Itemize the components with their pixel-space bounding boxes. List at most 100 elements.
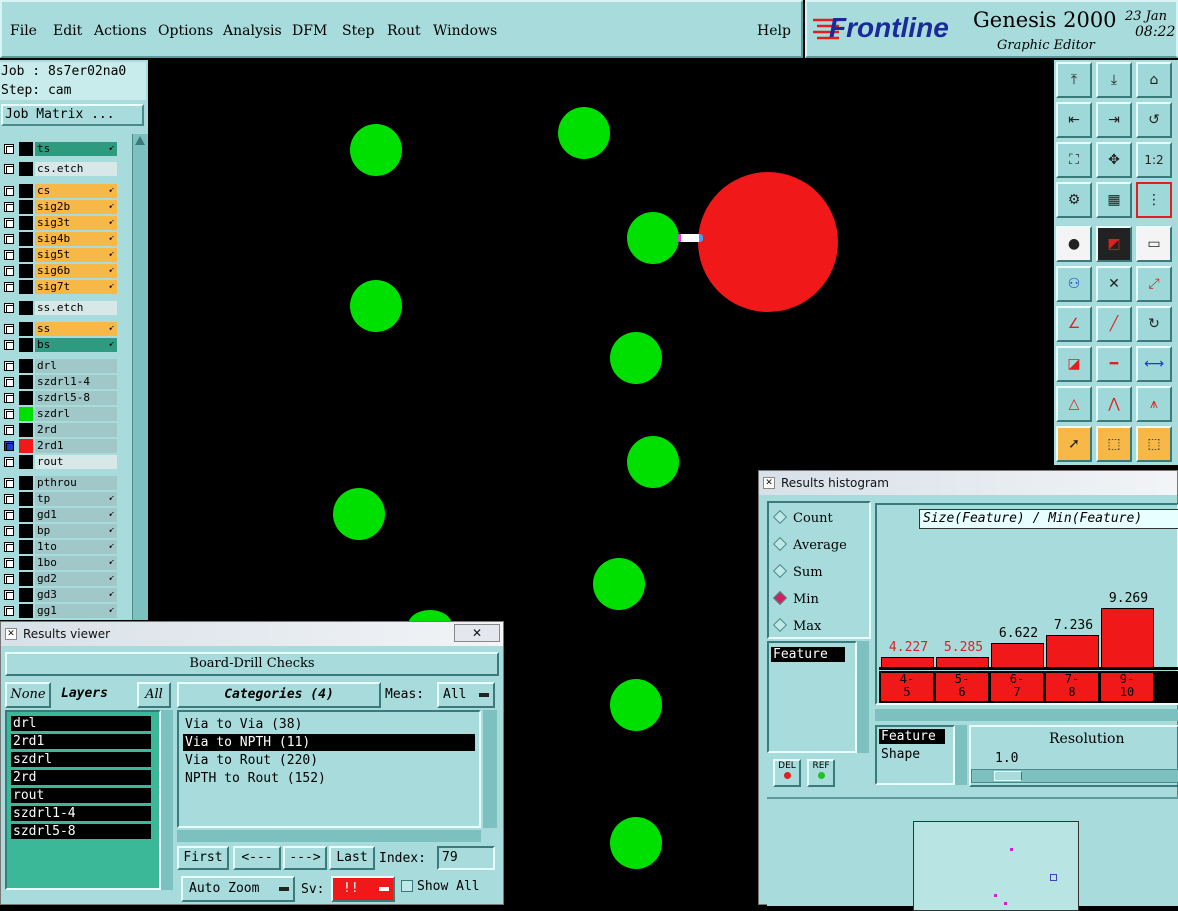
- zoom-center-icon[interactable]: ✥: [1096, 142, 1132, 178]
- layer-name[interactable]: 1to ➹: [35, 540, 117, 554]
- layer-row[interactable]: sig4b ➹: [1, 232, 117, 246]
- mode-count[interactable]: Count: [772, 509, 833, 526]
- layer-name[interactable]: pthrou: [35, 476, 117, 490]
- category-item[interactable]: Via to Via (38): [183, 716, 302, 733]
- cross-icon[interactable]: ✕: [1096, 266, 1132, 302]
- categories-scrollbar[interactable]: [483, 710, 497, 828]
- layer-checkbox[interactable]: [4, 409, 14, 419]
- layer-row[interactable]: rout: [1, 455, 117, 469]
- list-item[interactable]: rout: [11, 788, 151, 803]
- job-matrix-button[interactable]: Job Matrix ...: [1, 104, 144, 126]
- scroll-up-icon[interactable]: [135, 136, 145, 145]
- first-button[interactable]: First: [177, 846, 229, 870]
- layers-none-button[interactable]: None: [5, 682, 51, 708]
- category-item-selected[interactable]: Via to NPTH (11): [183, 734, 475, 751]
- layer-color-swatch[interactable]: [19, 508, 33, 522]
- layer-name[interactable]: ss ➹: [35, 322, 117, 336]
- list-item[interactable]: drl: [11, 716, 151, 731]
- layer-checkbox[interactable]: [4, 510, 14, 520]
- drill-pad[interactable]: [627, 212, 679, 264]
- category-item[interactable]: Via to Rout (220): [183, 752, 318, 769]
- netlist-icon[interactable]: ⋮: [1136, 182, 1172, 218]
- layer-list-scrollbar[interactable]: [132, 134, 148, 620]
- layer-checkbox[interactable]: [4, 282, 14, 292]
- layer-row[interactable]: bp ➹: [1, 524, 117, 538]
- histogram-bar[interactable]: [991, 643, 1044, 667]
- layer-color-swatch[interactable]: [19, 455, 33, 469]
- last-button[interactable]: Last: [329, 846, 375, 870]
- layer-checkbox[interactable]: [4, 164, 14, 174]
- layer-checkbox[interactable]: [4, 393, 14, 403]
- layer-color-swatch[interactable]: [19, 407, 33, 421]
- layer-color-swatch[interactable]: [19, 604, 33, 618]
- menu-help[interactable]: Help: [757, 23, 791, 39]
- layer-color-swatch[interactable]: [19, 423, 33, 437]
- index-input[interactable]: 79: [437, 846, 495, 870]
- violation-marker-icon[interactable]: [677, 234, 703, 242]
- layer-name[interactable]: 2rd1: [35, 439, 117, 453]
- layer-row[interactable]: cs.etch: [1, 162, 117, 176]
- categories-hscrollbar[interactable]: [177, 830, 481, 842]
- layer-checkbox[interactable]: [4, 494, 14, 504]
- mode-max[interactable]: Max: [772, 617, 821, 634]
- layer-color-swatch[interactable]: [19, 322, 33, 336]
- layer-row[interactable]: szdrl: [1, 407, 117, 421]
- layer-name[interactable]: drl: [35, 359, 117, 373]
- feature-list[interactable]: Feature: [767, 641, 857, 753]
- layer-name[interactable]: bp ➹: [35, 524, 117, 538]
- line-icon[interactable]: ╱: [1096, 306, 1132, 342]
- layer-color-swatch[interactable]: [19, 439, 33, 453]
- layer-row[interactable]: tp ➹: [1, 492, 117, 506]
- select-pad-icon[interactable]: ⬚: [1136, 426, 1172, 462]
- layer-row[interactable]: sig3t ➹: [1, 216, 117, 230]
- layer-row[interactable]: szdrl1-4: [1, 375, 117, 389]
- layer-color-swatch[interactable]: [19, 375, 33, 389]
- layer-name[interactable]: ts ➹: [35, 142, 117, 156]
- menu-analysis[interactable]: Analysis: [223, 23, 282, 39]
- layer-color-swatch[interactable]: [19, 588, 33, 602]
- layer-row[interactable]: 1bo ➹: [1, 556, 117, 570]
- pan-left-icon[interactable]: ⇤: [1056, 102, 1092, 138]
- preview-frame[interactable]: [913, 821, 1079, 911]
- layer-row[interactable]: gg1 ➹: [1, 604, 117, 618]
- layer-row[interactable]: gd1 ➹: [1, 508, 117, 522]
- layer-color-swatch[interactable]: [19, 184, 33, 198]
- close-icon[interactable]: ✕: [454, 624, 500, 642]
- layer-checkbox[interactable]: [4, 425, 14, 435]
- auto-zoom-dropdown[interactable]: Auto Zoom: [181, 876, 295, 902]
- layer-row[interactable]: ts ➹: [1, 142, 117, 156]
- layer-checkbox[interactable]: [4, 606, 14, 616]
- grid-icon[interactable]: ▦: [1096, 182, 1132, 218]
- peak-icon[interactable]: ⋀: [1096, 386, 1132, 422]
- list-item[interactable]: 2rd: [11, 770, 151, 785]
- prev-button[interactable]: <---: [233, 846, 281, 870]
- layer-color-swatch[interactable]: [19, 572, 33, 586]
- pan-right-icon[interactable]: ⇥: [1096, 102, 1132, 138]
- categories-list[interactable]: Via to Via (38) Via to NPTH (11) Via to …: [177, 710, 481, 828]
- layer-checkbox[interactable]: [4, 266, 14, 276]
- layer-name[interactable]: sig5t ➹: [35, 248, 117, 262]
- list-item[interactable]: szdrl5-8: [11, 824, 151, 839]
- layer-checkbox[interactable]: [4, 441, 14, 451]
- undo-view-icon[interactable]: ↺: [1136, 102, 1172, 138]
- layer-color-swatch[interactable]: [19, 232, 33, 246]
- layer-checkbox[interactable]: [4, 361, 14, 371]
- del-button[interactable]: DEL: [773, 759, 801, 787]
- layer-name[interactable]: sig3t ➹: [35, 216, 117, 230]
- menu-dfm[interactable]: DFM: [292, 23, 327, 39]
- open-icon[interactable]: ⤒: [1056, 62, 1092, 98]
- menu-file[interactable]: File: [10, 23, 37, 39]
- line-end-icon[interactable]: ⤢: [1136, 266, 1172, 302]
- layer-results-list[interactable]: drl 2rd1 szdrl 2rd rout szdrl1-4 szdrl5-…: [5, 710, 161, 890]
- layer-checkbox[interactable]: [4, 558, 14, 568]
- drill-pad[interactable]: [610, 817, 662, 869]
- layer-checkbox[interactable]: [4, 218, 14, 228]
- layer-name[interactable]: sig6b ➹: [35, 264, 117, 278]
- drill-pad[interactable]: [593, 558, 645, 610]
- layer-row[interactable]: szdrl5-8: [1, 391, 117, 405]
- layer-row[interactable]: gd3 ➹: [1, 588, 117, 602]
- next-button[interactable]: --->: [283, 846, 327, 870]
- feature-list-scrollbar[interactable]: [857, 641, 869, 753]
- layer-name[interactable]: gd3 ➹: [35, 588, 117, 602]
- show-all-checkbox[interactable]: [401, 880, 413, 892]
